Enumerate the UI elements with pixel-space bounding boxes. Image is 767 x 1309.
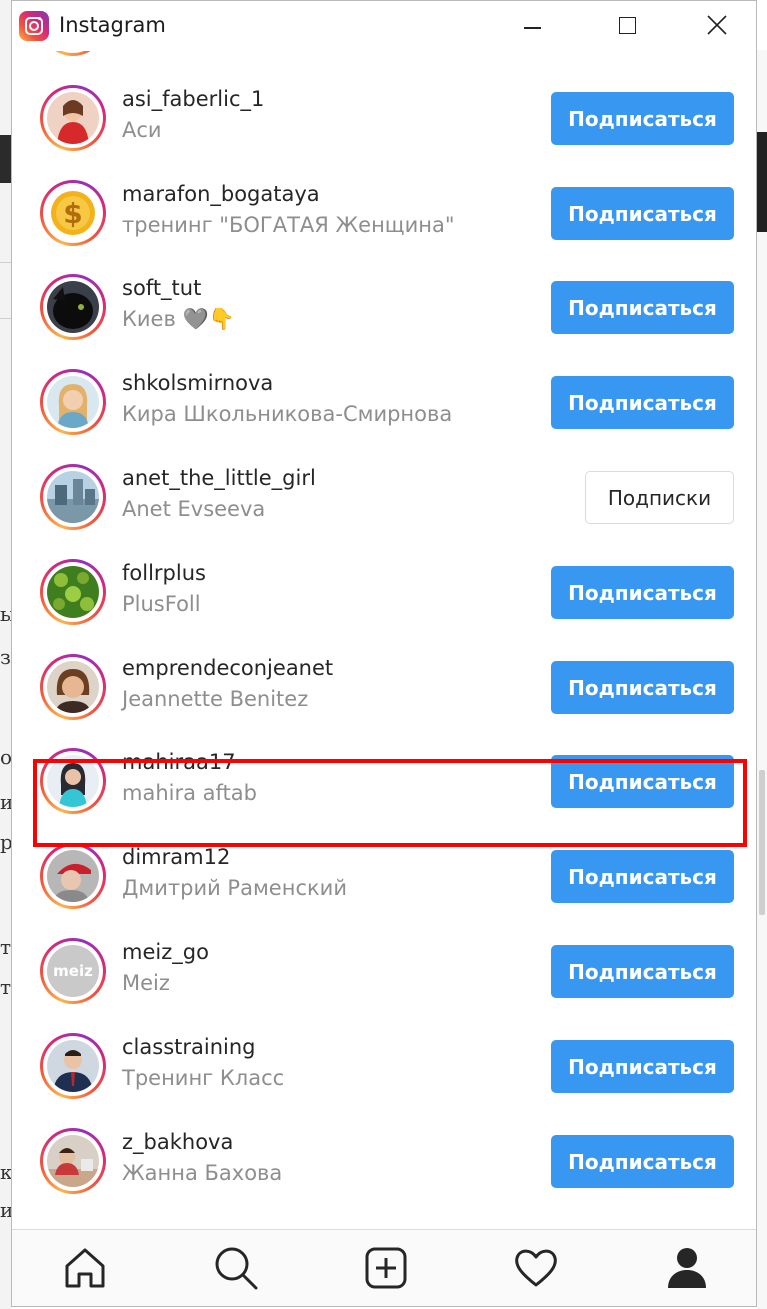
window-title: Instagram — [59, 13, 166, 37]
full-name: Кира Школьникова-Смирнова — [122, 402, 453, 426]
full-name: Anet Evseeva — [122, 497, 266, 521]
username[interactable]: z_bakhova — [122, 1130, 233, 1154]
avatar[interactable]: meiz — [40, 938, 106, 1004]
full-name: PlusFoll — [122, 592, 201, 616]
activity-icon[interactable] — [512, 1244, 562, 1294]
list-item: meiz meiz_go Meiz Подписаться — [12, 924, 756, 1019]
full-name: Дмитрий Раменский — [122, 876, 347, 900]
maximize-icon — [619, 17, 636, 34]
full-name: Жанна Бахова — [122, 1161, 283, 1185]
username[interactable]: soft_tut — [122, 276, 201, 300]
follow-button[interactable]: Подписаться — [551, 92, 734, 145]
avatar[interactable] — [40, 369, 106, 435]
username[interactable]: follrplus — [122, 561, 206, 585]
full-name: Meiz — [122, 971, 170, 995]
username[interactable]: asi_faberlic_1 — [122, 87, 264, 111]
username[interactable]: classtraining — [122, 1035, 256, 1059]
follow-button[interactable]: Подписаться — [551, 850, 734, 903]
bottom-nav — [12, 1229, 756, 1306]
username[interactable]: dimram12 — [122, 845, 230, 869]
full-name: тренинг "БОГАТАЯ Женщина" — [122, 213, 455, 237]
username[interactable]: mahiraa17 — [122, 750, 236, 774]
follow-button[interactable]: Подписаться — [551, 187, 734, 240]
username[interactable]: anet_the_little_girl — [122, 466, 316, 490]
minimize-button[interactable] — [492, 1, 574, 51]
list-item: $ marafon_bogataya тренинг "БОГАТАЯ Женщин… — [12, 166, 756, 261]
maximize-button[interactable] — [584, 1, 666, 51]
list-item: soft_tut Киев 🩶👇 Подписаться — [12, 260, 756, 355]
avatar[interactable] — [40, 843, 106, 909]
follow-button[interactable]: Подписаться — [551, 755, 734, 808]
list-item: dimram12 Дмитрий Раменский Подписаться — [12, 829, 756, 924]
list-item: z_bakhova Жанна Бахова Подписаться — [12, 1114, 756, 1209]
close-icon — [707, 15, 727, 35]
following-button[interactable]: Подписки — [585, 471, 734, 524]
search-icon[interactable] — [212, 1244, 262, 1294]
full-name: Аси — [122, 118, 162, 142]
list-item: asi_faberlic_1 Аси Подписаться — [12, 71, 756, 166]
avatar[interactable] — [40, 748, 106, 814]
background-page-right — [757, 50, 767, 1309]
username[interactable]: meiz_go — [122, 940, 209, 964]
full-name: Киев 🩶👇 — [122, 307, 235, 331]
follow-button[interactable]: Подписаться — [551, 1135, 734, 1188]
username[interactable]: marafon_bogataya — [122, 182, 320, 206]
instagram-window: 🍀ОБЗОРЫ🍀ЗОЖ🍀КОСМЕТИКАПодписатьсяasi_fabe… — [11, 0, 757, 1307]
home-icon[interactable] — [61, 1244, 111, 1294]
avatar[interactable] — [40, 654, 106, 720]
username[interactable]: emprendeconjeanet — [122, 656, 333, 680]
list-item: shkolsmirnova Кира Школьникова-Смирнова По… — [12, 355, 756, 450]
full-name: Тренинг Класс — [122, 1066, 285, 1090]
svg-text:$: $ — [63, 197, 82, 230]
list-item: anet_the_little_girl Anet Evseeva Подписки — [12, 450, 756, 545]
new-post-icon[interactable] — [362, 1244, 412, 1294]
instagram-app-icon — [19, 11, 49, 41]
follow-button[interactable]: Подписаться — [551, 945, 734, 998]
list-item: classtraining Тренинг Класс Подписаться — [12, 1019, 756, 1114]
minimize-icon — [524, 27, 541, 29]
full-name: Jeannette Benitez — [122, 687, 309, 711]
meiz-logo-text: meiz — [53, 962, 93, 980]
follow-button[interactable]: Подписаться — [551, 1040, 734, 1093]
follow-button[interactable]: Подписаться — [551, 661, 734, 714]
profile-icon[interactable] — [663, 1244, 713, 1294]
title-bar[interactable]: Instagram — [12, 1, 756, 51]
full-name: mahira aftab — [122, 781, 257, 805]
avatar[interactable] — [40, 85, 106, 151]
list-item: mahiraa17 mahira aftab Подписаться — [12, 734, 756, 829]
avatar[interactable] — [40, 274, 106, 340]
close-button[interactable] — [674, 1, 756, 51]
user-list[interactable]: 🍀ОБЗОРЫ🍀ЗОЖ🍀КОСМЕТИКАПодписатьсяasi_fabe… — [12, 1, 756, 1229]
follow-button[interactable]: Подписаться — [551, 566, 734, 619]
avatar[interactable]: $ — [40, 180, 106, 246]
list-item: follrplus PlusFoll Подписаться — [12, 545, 756, 640]
avatar[interactable] — [40, 1128, 106, 1194]
follow-button[interactable]: Подписаться — [551, 376, 734, 429]
follow-button[interactable]: Подписаться — [551, 281, 734, 334]
background-scrollbar — [759, 770, 765, 915]
avatar[interactable] — [40, 464, 106, 530]
avatar[interactable] — [40, 1033, 106, 1099]
username[interactable]: shkolsmirnova — [122, 371, 273, 395]
list-item: emprendeconjeanet Jeannette Benitez Подпис… — [12, 640, 756, 735]
avatar[interactable] — [40, 559, 106, 625]
